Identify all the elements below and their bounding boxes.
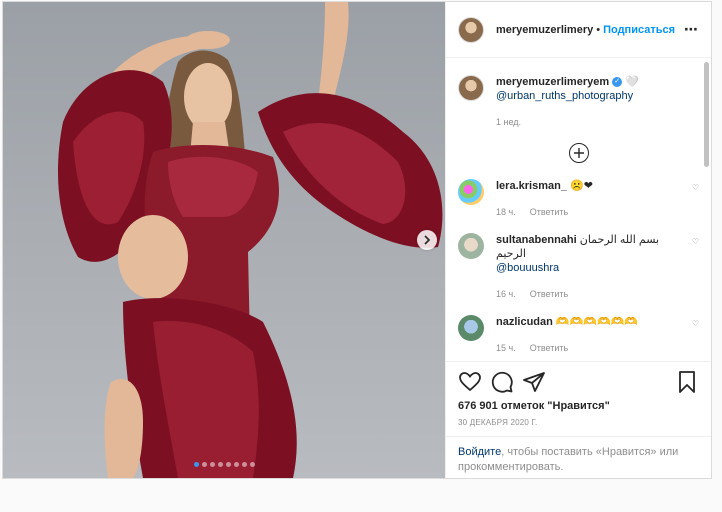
- carousel-dots: [3, 462, 445, 467]
- follow-button[interactable]: Подписаться: [603, 24, 675, 36]
- reply-button[interactable]: Ответить: [530, 287, 568, 301]
- chevron-right-icon: [424, 235, 431, 245]
- comments-scrollbar[interactable]: [704, 62, 709, 167]
- carousel-dot: [201, 462, 207, 467]
- author-username[interactable]: meryemuzerlimery: [496, 24, 593, 36]
- comment-icon[interactable]: [490, 370, 514, 394]
- carousel-dot: [217, 462, 223, 467]
- load-more-comments: [458, 143, 699, 163]
- caption-username[interactable]: meryemuzerlimeryem: [496, 76, 609, 88]
- post-side-panel: meryemuzerlimery • Подписаться ⋯ meryemu…: [445, 2, 711, 478]
- caption-time[interactable]: 1 нед.: [496, 115, 521, 129]
- comment-like-icon[interactable]: ♡: [692, 319, 699, 328]
- comment-mention[interactable]: @bouuushra: [496, 262, 559, 274]
- reply-button[interactable]: Ответить: [530, 341, 568, 355]
- commenter-avatar[interactable]: [458, 315, 484, 341]
- comment-item: lera.krisman_ ☹️❤ 18 ч. Ответить ♡: [458, 179, 699, 219]
- load-more-comments-button[interactable]: [568, 143, 589, 163]
- comment-text: 🫶🫶🫶🫶🫶🫶: [555, 316, 639, 328]
- login-link[interactable]: Войдите: [458, 446, 501, 458]
- comments-list: meryemuzerlimeryem ✓ 🤍 @urban_ruths_phot…: [446, 59, 711, 360]
- plus-icon: [573, 148, 584, 158]
- reply-button[interactable]: Ответить: [530, 205, 568, 219]
- caption-avatar[interactable]: [458, 75, 484, 101]
- comment-item: nazlicudan 🫶🫶🫶🫶🫶🫶 15 ч. Ответить ♡: [458, 315, 699, 355]
- header-separator: •: [596, 23, 601, 36]
- post-actions: 676 901 отметок "Нравится" 30 ДЕКАБРЯ 20…: [446, 361, 711, 427]
- carousel-dot: [249, 462, 255, 467]
- verified-badge-icon: ✓: [612, 77, 623, 88]
- heart-icon[interactable]: [458, 370, 482, 394]
- post-header: meryemuzerlimery • Подписаться ⋯: [446, 2, 711, 58]
- caption-emoji: 🤍: [625, 76, 639, 88]
- author-avatar[interactable]: [458, 16, 484, 43]
- comment-item: sultanabennahi بسم الله الرحمان الرحيم @…: [458, 233, 699, 301]
- comment-like-icon[interactable]: ♡: [692, 183, 699, 192]
- comment-time[interactable]: 16 ч.: [496, 287, 516, 301]
- likes-count[interactable]: 676 901 отметок "Нравится": [458, 400, 699, 412]
- more-options-icon[interactable]: ⋯: [684, 21, 699, 38]
- commenter-avatar[interactable]: [458, 179, 484, 205]
- comment-username[interactable]: nazlicudan: [496, 316, 553, 328]
- comment-like-icon[interactable]: ♡: [692, 237, 699, 246]
- post-date[interactable]: 30 ДЕКАБРЯ 2020 Г.: [458, 418, 699, 427]
- caption-mention[interactable]: @urban_ruths_photography: [496, 90, 633, 102]
- post-card: meryemuzerlimery • Подписаться ⋯ meryemu…: [2, 1, 712, 479]
- share-icon[interactable]: [522, 370, 546, 394]
- carousel-dot: [225, 462, 231, 467]
- bookmark-icon[interactable]: [675, 370, 699, 394]
- next-photo-button[interactable]: [417, 230, 437, 250]
- commenter-avatar[interactable]: [458, 233, 484, 259]
- comment-username[interactable]: lera.krisman_: [496, 180, 567, 192]
- carousel-dot: [209, 462, 215, 467]
- photo-illustration: [58, 2, 443, 478]
- carousel-dot: [193, 462, 199, 467]
- comment-username[interactable]: sultanabennahi: [496, 234, 577, 246]
- login-prompt: Войдите, чтобы поставить «Нравится» или …: [446, 436, 711, 483]
- comment-time[interactable]: 18 ч.: [496, 205, 516, 219]
- comment-time[interactable]: 15 ч.: [496, 341, 516, 355]
- post-photo[interactable]: [3, 2, 445, 478]
- carousel-dot: [241, 462, 247, 467]
- carousel-dot: [233, 462, 239, 467]
- caption: meryemuzerlimeryem ✓ 🤍 @urban_ruths_phot…: [458, 75, 699, 129]
- comment-text: ☹️❤: [570, 180, 593, 192]
